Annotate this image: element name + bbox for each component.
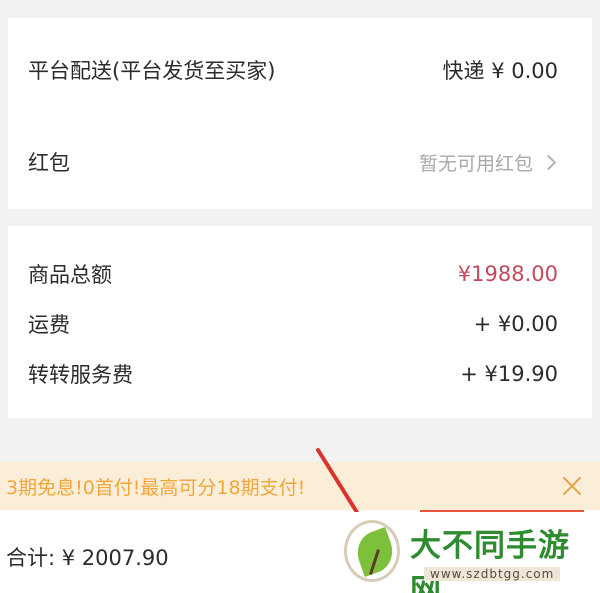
delivery-label: 平台配送(平台发货至买家) <box>28 59 276 83</box>
watermark-url: www.szdbtgg.com <box>424 567 561 581</box>
service-fee-row: 转转服务费 + ¥19.90 <box>8 354 592 394</box>
goods-total-row: 商品总额 ¥1988.00 <box>8 254 592 294</box>
service-fee-value: + ¥19.90 <box>460 362 558 386</box>
red-packet-label: 红包 <box>28 151 70 175</box>
amount-card: 商品总额 ¥1988.00 运费 + ¥0.00 转转服务费 + ¥19.90 <box>8 226 592 418</box>
red-packet-row[interactable]: 红包 暂无可用红包 <box>8 142 592 182</box>
shipping-label: 运费 <box>28 313 70 337</box>
installment-promo-banner[interactable]: 3期免息!0首付!最高可分18期支付! <box>0 462 600 510</box>
watermark-title: 大不同手游网 <box>410 528 570 593</box>
leaf-logo-icon <box>344 520 400 582</box>
service-fee-label: 转转服务费 <box>28 363 133 387</box>
delivery-row[interactable]: 平台配送(平台发货至买家) 快递 ¥ 0.00 <box>8 50 592 90</box>
close-icon[interactable] <box>562 476 582 496</box>
delivery-card: 平台配送(平台发货至买家) 快递 ¥ 0.00 红包 暂无可用红包 <box>8 18 592 209</box>
goods-total-label: 商品总额 <box>28 263 112 287</box>
shipping-row: 运费 + ¥0.00 <box>8 304 592 344</box>
shipping-value: + ¥0.00 <box>473 312 558 336</box>
red-packet-value-wrap: 暂无可用红包 <box>419 149 558 176</box>
promo-text: 3期免息!0首付!最高可分18期支付! <box>6 476 306 499</box>
delivery-value: 快递 ¥ 0.00 <box>442 59 558 83</box>
watermark: 大不同手游网 www.szdbtgg.com <box>332 512 600 593</box>
red-packet-value: 暂无可用红包 <box>418 152 533 175</box>
chevron-right-icon <box>540 154 557 170</box>
goods-total-value: ¥1988.00 <box>457 262 558 286</box>
order-sum: 合计: ¥ 2007.90 <box>6 546 169 570</box>
